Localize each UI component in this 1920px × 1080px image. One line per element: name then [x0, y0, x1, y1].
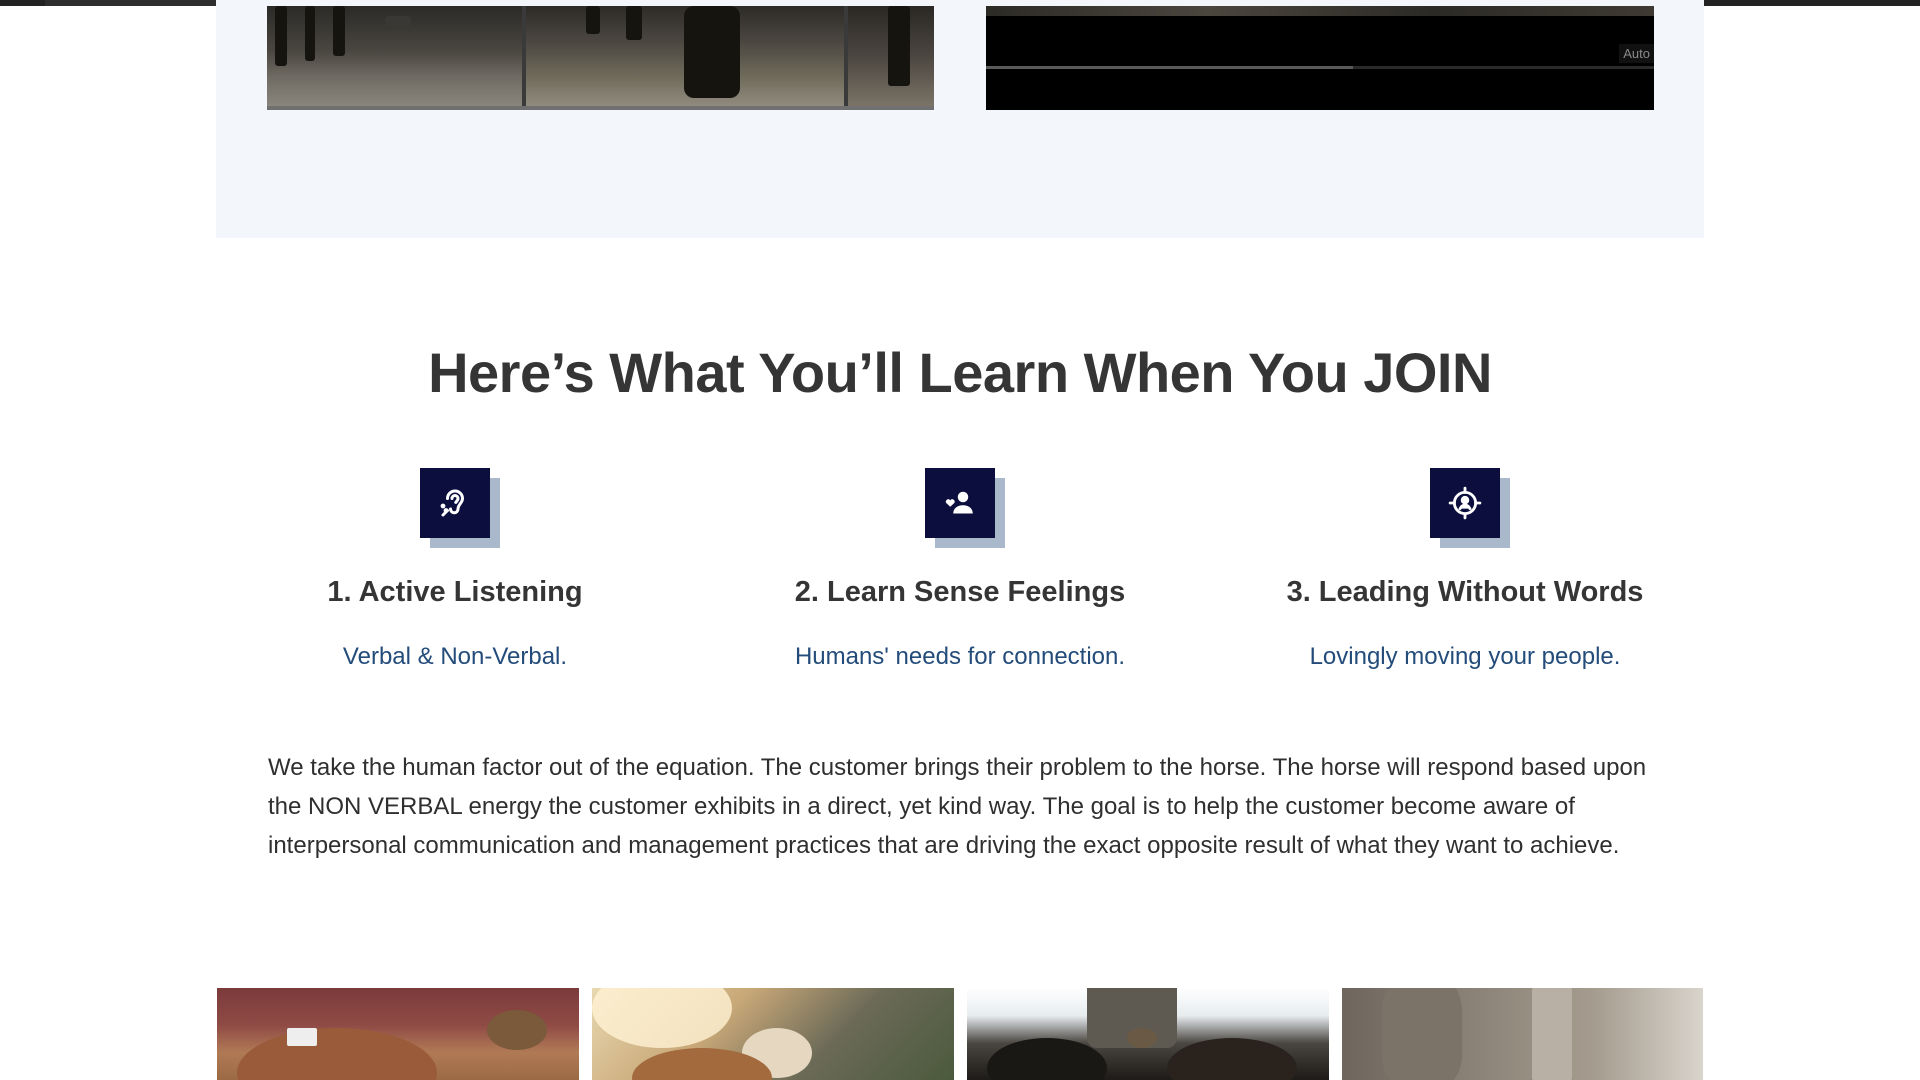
feature-sense-feelings: 2. Learn Sense Feelings Humans' needs fo…: [750, 468, 1170, 671]
gallery-scroll-bar: [267, 106, 934, 110]
feature-icon-tile: [420, 468, 500, 548]
hearing-icon: [440, 489, 465, 517]
feature-subtitle: Humans' needs for connection.: [794, 643, 1126, 670]
section-title: Here’s What You’ll Learn When You JOIN: [428, 341, 1492, 404]
video-player[interactable]: Auto: [986, 6, 1654, 110]
feature-title: 2. Learn Sense Feelings: [794, 576, 1126, 608]
gallery-thumbnail[interactable]: [848, 6, 934, 106]
feature-icon-tile: [925, 468, 1005, 548]
description-paragraph: We take the human factor out of the equa…: [268, 754, 1647, 859]
video-progress-track[interactable]: [986, 66, 1654, 69]
gallery-thumbnail[interactable]: [526, 6, 844, 106]
person-heart-icon: [945, 491, 973, 514]
photo-row: [217, 988, 1703, 1080]
feature-title: 1. Active Listening: [327, 576, 583, 608]
photo-horses-under-tree[interactable]: [967, 988, 1329, 1080]
video-frame-edge: [986, 6, 1654, 16]
feature-subtitle: Lovingly moving your people.: [1309, 643, 1621, 670]
autoplay-label[interactable]: Auto: [1619, 44, 1654, 63]
feature-leading-without-words: 3. Leading Without Words Lovingly moving…: [1255, 468, 1675, 671]
feature-title: 3. Leading Without Words: [1286, 576, 1644, 608]
gallery-thumbnail[interactable]: [267, 6, 522, 106]
photo-sunlit-horse[interactable]: [592, 988, 954, 1080]
image-gallery-strip[interactable]: [267, 6, 934, 110]
feature-icon-tile: [1430, 468, 1510, 548]
photo-horse-closeup[interactable]: [1342, 988, 1703, 1080]
feature-subtitle: Verbal & Non-Verbal.: [342, 643, 568, 670]
video-progress-fill: [986, 66, 1354, 69]
photo-woman-with-horse[interactable]: [217, 988, 579, 1080]
target-person-icon: [1448, 486, 1482, 520]
feature-active-listening: 1. Active Listening Verbal & Non-Verbal.: [245, 468, 665, 671]
